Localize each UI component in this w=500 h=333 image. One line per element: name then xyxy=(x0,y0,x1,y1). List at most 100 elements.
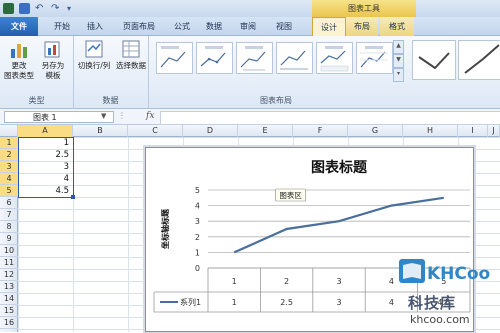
chart-title: 图表标题 xyxy=(311,159,368,176)
chart-tools-context-title: 图表工具 xyxy=(312,0,416,17)
chart-style-1[interactable] xyxy=(412,40,456,80)
selection-range xyxy=(18,137,74,198)
column-header-b[interactable]: B xyxy=(73,125,128,137)
formula-bar: 图表 1 ▼ ⋮ fx xyxy=(0,109,500,125)
data-table-value: 1 xyxy=(232,298,237,307)
switch-row-column-icon xyxy=(84,39,104,59)
tab-layout[interactable]: 布局 xyxy=(346,17,378,36)
y-tick-label: 3 xyxy=(195,217,200,226)
layout-more-button[interactable]: ▾ xyxy=(393,68,404,82)
title-bar: ↶ ↷ ▾ 图表工具 xyxy=(0,0,500,17)
x-tick-label: 4 xyxy=(389,277,394,286)
name-box[interactable]: 图表 1 xyxy=(4,111,114,123)
row-header[interactable]: 10 xyxy=(0,245,18,257)
chart-layout-5[interactable] xyxy=(316,42,353,74)
y-tick-label: 0 xyxy=(195,264,200,273)
row-header[interactable]: 5 xyxy=(0,185,18,197)
row-header[interactable]: 16 xyxy=(0,317,18,329)
formula-bar-dots-icon: ⋮ xyxy=(118,111,126,120)
chart-layout-6[interactable] xyxy=(356,42,393,74)
insert-function-button[interactable]: fx xyxy=(146,111,154,121)
row-header[interactable]: 3 xyxy=(0,161,18,173)
fill-handle[interactable] xyxy=(71,195,75,199)
tab-format[interactable]: 格式 xyxy=(380,17,414,36)
tab-data[interactable]: 数据 xyxy=(198,17,230,36)
excel-logo-icon xyxy=(3,3,14,14)
formula-input[interactable] xyxy=(160,111,500,125)
bar-chart-icon xyxy=(9,39,29,59)
tab-design[interactable]: 设计 xyxy=(312,17,346,38)
template-icon xyxy=(43,39,63,59)
save-icon[interactable] xyxy=(19,3,30,14)
ribbon: 更改 图表类型 另存为 模板 类型 切换行/列 选择数据 数据 xyxy=(0,36,500,109)
save-as-template-button[interactable]: 另存为 模板 xyxy=(38,39,68,81)
select-data-label: 选择数据 xyxy=(114,61,148,71)
data-table-value: 3 xyxy=(336,298,341,307)
switch-row-column-label: 切换行/列 xyxy=(76,61,112,71)
layout-scroll-up-button[interactable]: ▲ xyxy=(393,40,404,54)
tab-insert[interactable]: 插入 xyxy=(80,17,110,36)
data-table-value: 4 xyxy=(389,298,394,307)
change-chart-type-label: 更改 图表类型 xyxy=(4,61,34,81)
row-headers: 1 2 3 4 5 6 7 8 9 10 11 12 13 14 15 16 xyxy=(0,137,18,332)
watermark-url: khcoo.com xyxy=(410,313,470,326)
redo-icon[interactable]: ↷ xyxy=(51,3,62,14)
chart-style-2[interactable] xyxy=(458,40,500,80)
x-tick-label: 1 xyxy=(232,277,237,286)
watermark-logo-text: KHCoo xyxy=(427,264,490,284)
chart-layout-2[interactable] xyxy=(196,42,233,74)
change-chart-type-button[interactable]: 更改 图表类型 xyxy=(4,39,34,81)
row-header[interactable]: 12 xyxy=(0,269,18,281)
row-header[interactable]: 9 xyxy=(0,233,18,245)
tab-file[interactable]: 文件 xyxy=(0,17,38,36)
row-header[interactable]: 4 xyxy=(0,173,18,185)
row-header[interactable]: 11 xyxy=(0,257,18,269)
chart-layout-group-label: 图表布局 xyxy=(148,95,404,106)
chart-layout-4[interactable] xyxy=(276,42,313,74)
select-data-button[interactable]: 选择数据 xyxy=(114,39,148,71)
column-header-e[interactable]: E xyxy=(238,125,293,137)
tab-page-layout[interactable]: 页面布局 xyxy=(113,17,165,36)
tab-view[interactable]: 视图 xyxy=(268,17,300,36)
tab-home[interactable]: 开始 xyxy=(44,17,80,36)
column-header-d[interactable]: D xyxy=(183,125,238,137)
column-header-a[interactable]: A xyxy=(18,125,73,137)
watermark-logo: KHCoo xyxy=(397,253,493,293)
column-header-c[interactable]: C xyxy=(128,125,183,137)
row-header[interactable]: 6 xyxy=(0,197,18,209)
row-header[interactable]: 14 xyxy=(0,293,18,305)
undo-icon[interactable]: ↶ xyxy=(35,3,46,14)
column-header-j[interactable]: J xyxy=(488,125,500,137)
tab-formulas[interactable]: 公式 xyxy=(166,17,198,36)
column-header-h[interactable]: H xyxy=(403,125,458,137)
column-header-g[interactable]: G xyxy=(348,125,403,137)
series-name-label: 系列1 xyxy=(180,297,201,307)
chart-layout-3[interactable] xyxy=(236,42,273,74)
column-headers: A B C D E F G H I J xyxy=(0,125,500,137)
column-header-i[interactable]: I xyxy=(458,125,488,137)
row-header[interactable]: 1 xyxy=(0,137,18,149)
name-box-dropdown-icon[interactable]: ▼ xyxy=(101,112,106,120)
row-header[interactable]: 13 xyxy=(0,281,18,293)
row-header[interactable]: 8 xyxy=(0,221,18,233)
switch-row-column-button[interactable]: 切换行/列 xyxy=(76,39,112,71)
save-as-template-label: 另存为 模板 xyxy=(38,61,68,81)
layout-scroll-down-button[interactable]: ▼ xyxy=(393,54,404,68)
y-tick-label: 2 xyxy=(195,233,200,242)
column-header-f[interactable]: F xyxy=(293,125,348,137)
customize-toolbar-icon[interactable]: ▾ xyxy=(67,3,78,14)
select-all-corner[interactable] xyxy=(0,125,18,137)
y-tick-label: 4 xyxy=(195,202,200,211)
select-data-icon xyxy=(121,39,141,59)
row-header[interactable]: 15 xyxy=(0,305,18,317)
watermark-name: 科技库 xyxy=(408,292,456,313)
row-header[interactable]: 2 xyxy=(0,149,18,161)
chart-layout-group: 图表布局 xyxy=(148,36,404,109)
x-tick-label: 2 xyxy=(284,277,289,286)
chart-area-tooltip: 图表区 xyxy=(279,190,302,200)
chart-layout-1[interactable] xyxy=(156,42,193,74)
y-tick-label: 1 xyxy=(195,248,200,257)
ribbon-tab-bar: 文件 开始 插入 页面布局 公式 数据 审阅 视图 设计 布局 格式 xyxy=(0,17,500,36)
row-header[interactable]: 7 xyxy=(0,209,18,221)
tab-review[interactable]: 审阅 xyxy=(232,17,264,36)
